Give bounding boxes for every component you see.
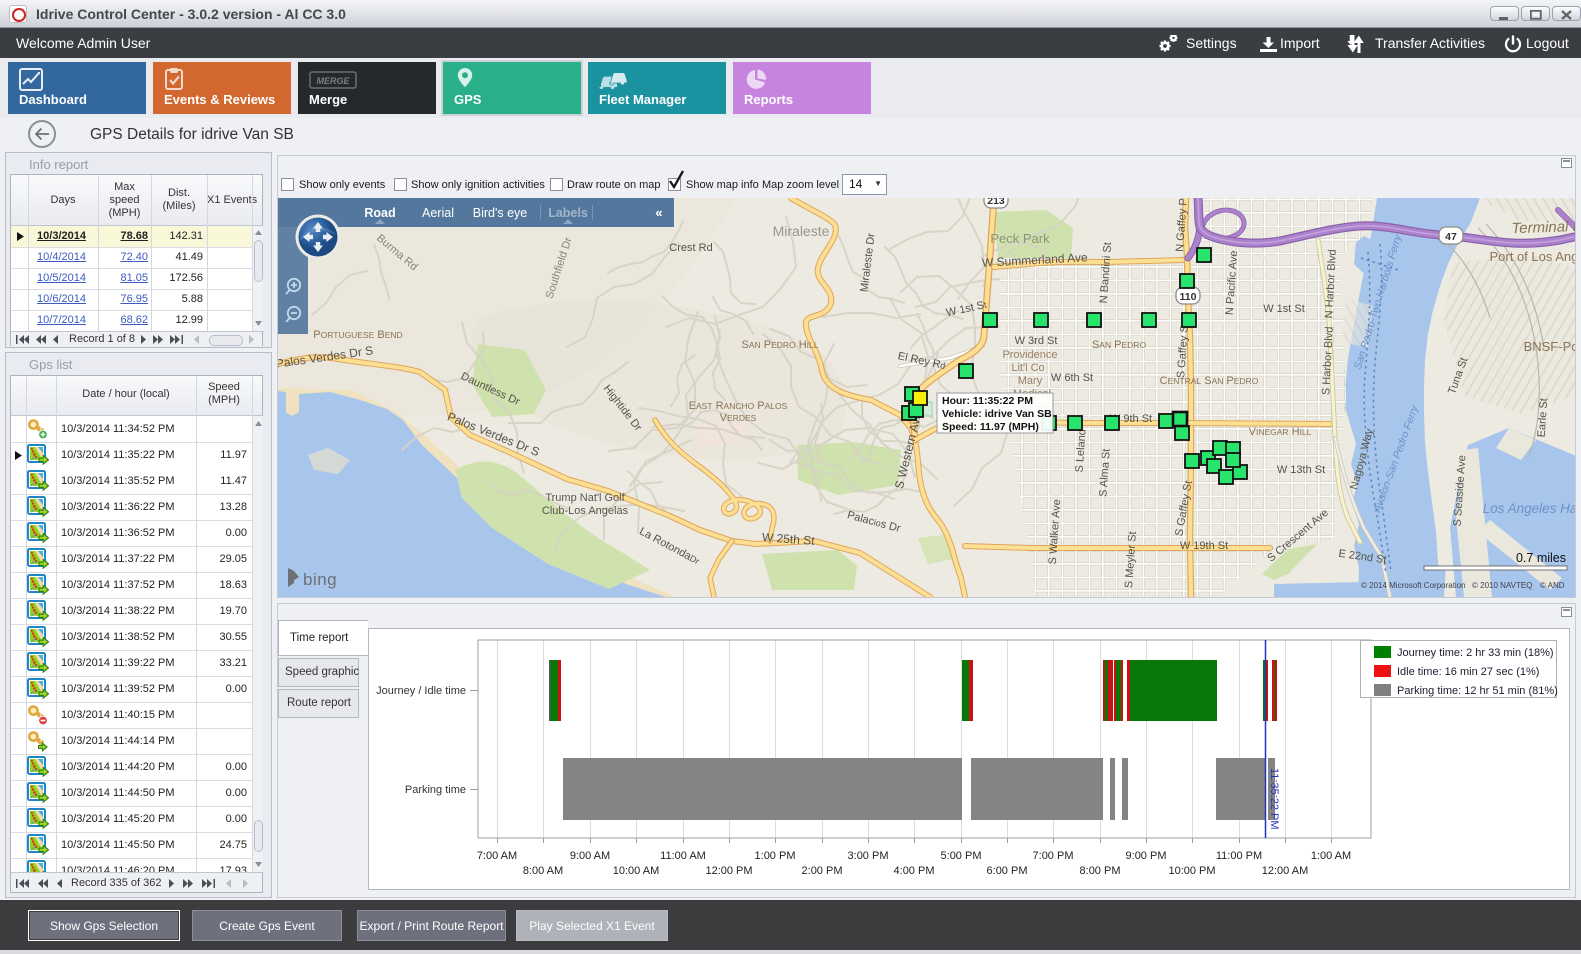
svg-text:6:00 PM: 6:00 PM [987,865,1028,877]
svg-text:W 19th St: W 19th St [1180,540,1228,552]
svg-text:Parking time: 12 hr 51 min (81: Parking time: 12 hr 51 min (81%) [1397,685,1558,697]
svg-text:5:00 PM: 5:00 PM [941,850,982,862]
svg-text:EAST RANCHO PALOS: EAST RANCHO PALOS [689,400,788,412]
svg-text:110: 110 [1180,291,1197,303]
svg-text:7:00 PM: 7:00 PM [1033,850,1074,862]
svg-text:Providence: Providence [1002,349,1057,361]
svg-text:Peck Park: Peck Park [990,231,1050,246]
svg-text:12:00 AM: 12:00 AM [1262,865,1308,877]
svg-text:SAN PEDRO: SAN PEDRO [1092,339,1147,351]
svg-text:0.7 miles: 0.7 miles [1516,551,1566,565]
svg-text:Hour: 11:35:22 PM: Hour: 11:35:22 PM [942,395,1033,407]
svg-text:© 2014 Microsoft Corporation: © 2014 Microsoft Corporation [1361,581,1466,590]
svg-text:W 13th St: W 13th St [1277,464,1325,476]
svg-text:Journey time: 2 hr 33 min (18%: Journey time: 2 hr 33 min (18%) [1397,647,1554,659]
svg-text:Crest Rd: Crest Rd [669,242,712,254]
svg-text:Terminal Is: Terminal Is [1511,218,1575,238]
svg-text:Parking time: Parking time [405,784,466,796]
svg-text:Labels: Labels [548,206,588,220]
svg-text:Vehicle: idrive Van SB: Vehicle: idrive Van SB [942,408,1052,420]
svg-text:8:00 PM: 8:00 PM [1080,865,1121,877]
svg-text:4:00 PM: 4:00 PM [894,865,935,877]
svg-text:PORTUGUESE BEND: PORTUGUESE BEND [313,329,402,341]
svg-text:Los Angeles Harb: Los Angeles Harb [1483,501,1575,516]
svg-text:W 1st St: W 1st St [1263,303,1305,315]
svg-text:Journey / Idle time: Journey / Idle time [376,685,466,697]
svg-text:9:00 AM: 9:00 AM [570,850,610,862]
svg-text:BNSF-Port: BNSF-Port [1524,339,1575,354]
svg-text:W 3rd St: W 3rd St [1015,335,1058,347]
svg-text:© AND: © AND [1540,581,1565,590]
svg-text:47: 47 [1445,231,1457,243]
svg-text:SAN PEDRO HILL: SAN PEDRO HILL [742,339,819,351]
svg-text:«: « [655,205,662,220]
svg-text:12:00 PM: 12:00 PM [705,865,752,877]
svg-text:2:00 PM: 2:00 PM [802,865,843,877]
svg-text:Trump Nat'l Golf: Trump Nat'l Golf [545,492,625,504]
svg-text:Road: Road [364,206,395,220]
svg-text:1:00 PM: 1:00 PM [755,850,796,862]
svg-text:Idle time: 16 min 27 sec (1%): Idle time: 16 min 27 sec (1%) [1397,666,1539,678]
svg-text:11:35:22 PM: 11:35:22 PM [1268,768,1280,830]
svg-text:Mary: Mary [1018,375,1043,387]
svg-text:Port of Los Angel: Port of Los Angel [1489,249,1575,264]
svg-text:11:00 PM: 11:00 PM [1216,850,1262,862]
svg-text:213: 213 [987,198,1005,207]
svg-text:3:00 PM: 3:00 PM [848,850,889,862]
svg-text:10:00 PM: 10:00 PM [1168,865,1215,877]
svg-text:Club-Los Angelas: Club-Los Angelas [542,505,629,517]
svg-text:Miraleste: Miraleste [773,223,830,239]
svg-text:VINEGAR HILL: VINEGAR HILL [1249,426,1312,438]
svg-text:8:00 AM: 8:00 AM [523,865,563,877]
svg-text:11:00 AM: 11:00 AM [660,850,706,862]
svg-text:7:00 AM: 7:00 AM [477,850,517,862]
svg-text:MERGE: MERGE [316,76,350,86]
svg-text:© 2010 NAVTEQ: © 2010 NAVTEQ [1472,581,1532,590]
svg-text:10:00 AM: 10:00 AM [613,865,659,877]
svg-text:Aerial: Aerial [422,206,454,220]
svg-text:9:00 PM: 9:00 PM [1126,850,1167,862]
svg-text:VERDES: VERDES [720,412,757,424]
svg-text:W 6th St: W 6th St [1051,372,1093,384]
svg-text:1:00 AM: 1:00 AM [1311,850,1351,862]
svg-text:Bird's eye: Bird's eye [473,206,528,220]
svg-text:Speed: 11.97 (MPH): Speed: 11.97 (MPH) [942,421,1039,433]
svg-text:Lit'l Co: Lit'l Co [1011,362,1044,374]
svg-text:bing: bing [303,570,337,589]
